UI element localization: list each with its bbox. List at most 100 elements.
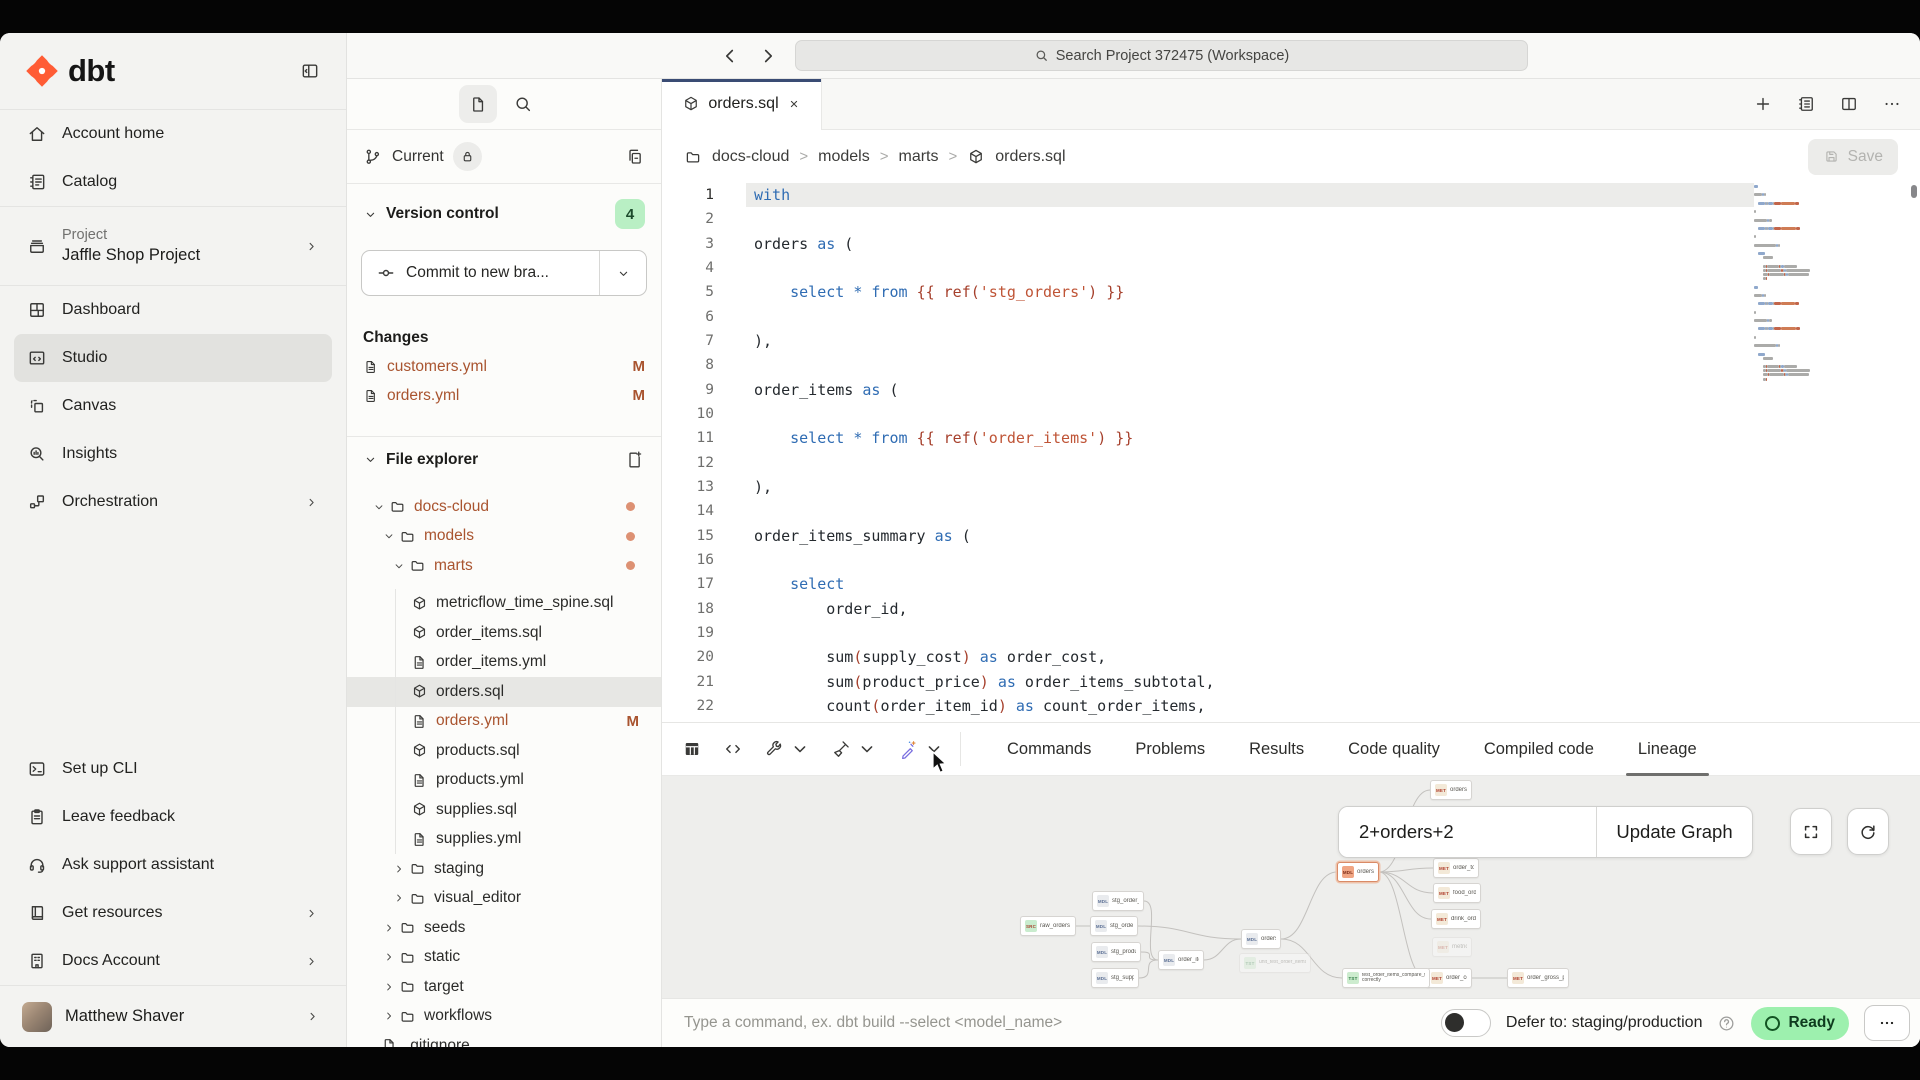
commit-dropdown-button[interactable] bbox=[600, 251, 646, 295]
code-editor[interactable]: 1234567891011121314151617181920212223 wi… bbox=[662, 183, 1920, 722]
branch-row[interactable]: Current bbox=[347, 130, 661, 184]
compile-code-icon[interactable] bbox=[723, 739, 743, 759]
tree-item-supplies-sql[interactable]: supplies.sql bbox=[347, 795, 661, 825]
breadcrumb-segment[interactable]: marts bbox=[898, 148, 938, 166]
refresh-button[interactable] bbox=[1847, 808, 1889, 855]
panel-tab-commands[interactable]: Commands bbox=[991, 722, 1107, 776]
notebook-icon[interactable] bbox=[1796, 94, 1816, 114]
new-tab-icon[interactable] bbox=[1753, 94, 1773, 114]
sidebar-item-canvas[interactable]: Canvas bbox=[14, 382, 332, 430]
tree-item-order-items-sql[interactable]: order_items.sql bbox=[347, 618, 661, 648]
tree-item-static[interactable]: static bbox=[347, 943, 661, 973]
tree-item-target[interactable]: target bbox=[347, 972, 661, 1002]
panel-tab-code-quality[interactable]: Code quality bbox=[1332, 722, 1456, 776]
lineage-node-orders-m[interactable]: MDLorders bbox=[1337, 862, 1379, 882]
sidebar-item-project[interactable]: Project Jaffle Shop Project bbox=[14, 207, 332, 285]
breadcrumb-segment[interactable]: models bbox=[818, 148, 870, 166]
sidebar-item-studio[interactable]: Studio bbox=[14, 334, 332, 382]
breadcrumb-segment[interactable]: orders.sql bbox=[995, 148, 1065, 166]
lineage-node-stg-order-items[interactable]: MDLstg_order_items bbox=[1092, 891, 1144, 911]
chevron-down-icon[interactable] bbox=[790, 739, 810, 759]
tree-item-gitignore[interactable]: .gitignore bbox=[347, 1031, 661, 1047]
lineage-node-ghost-metric[interactable]: METmetric bbox=[1432, 937, 1472, 957]
sidebar-collapse-icon[interactable] bbox=[300, 61, 320, 81]
lineage-node-order-gross-profit[interactable]: METorder_gross_profit bbox=[1507, 968, 1569, 988]
more-actions-button[interactable] bbox=[1864, 1005, 1910, 1041]
file-explorer-header[interactable]: File explorer bbox=[347, 437, 661, 482]
tab-orders-sql[interactable]: orders.sql bbox=[662, 79, 822, 130]
sidebar-item-get-resources[interactable]: Get resources bbox=[14, 889, 332, 937]
forward-icon[interactable] bbox=[757, 45, 779, 67]
close-icon[interactable] bbox=[787, 97, 801, 111]
tree-item-products-sql[interactable]: products.sql bbox=[347, 736, 661, 766]
tree-item-products-yml[interactable]: products.yml bbox=[347, 766, 661, 796]
tree-item-seeds[interactable]: seeds bbox=[347, 913, 661, 943]
files-view-button[interactable] bbox=[459, 85, 497, 123]
update-graph-button[interactable]: Update Graph bbox=[1596, 807, 1752, 857]
lineage-node-orders[interactable]: MDLorders bbox=[1241, 929, 1281, 949]
file-search-icon[interactable] bbox=[513, 94, 533, 114]
tree-item-workflows[interactable]: workflows bbox=[347, 1002, 661, 1032]
lineage-node-orders-top[interactable]: METorders bbox=[1430, 780, 1472, 800]
tree-item-orders-yml[interactable]: orders.ymlM bbox=[347, 707, 661, 737]
chevron-down-icon[interactable] bbox=[857, 739, 877, 759]
tree-item-models[interactable]: models bbox=[347, 522, 661, 552]
changed-file-customers-yml[interactable]: customers.ymlM bbox=[363, 352, 645, 381]
clean-broom-icon[interactable] bbox=[831, 739, 851, 759]
panel-tab-results[interactable]: Results bbox=[1233, 722, 1320, 776]
sidebar-item-ask-support-assistant[interactable]: Ask support assistant bbox=[14, 841, 332, 889]
tree-item-metricflow-time-spine-sql[interactable]: metricflow_time_spine.sql bbox=[347, 589, 661, 619]
panel-tab-problems[interactable]: Problems bbox=[1119, 722, 1221, 776]
back-icon[interactable] bbox=[719, 45, 741, 67]
version-control-header[interactable]: Version control 4 bbox=[347, 184, 661, 244]
lineage-node-order-cost[interactable]: METorder_cost bbox=[1426, 968, 1472, 988]
tree-item-supplies-yml[interactable]: supplies.yml bbox=[347, 825, 661, 855]
lineage-node-food-orders[interactable]: METfood_orders bbox=[1433, 883, 1481, 903]
lineage-node-drink-orders[interactable]: METdrink_orders bbox=[1431, 909, 1481, 929]
new-file-icon[interactable] bbox=[625, 450, 645, 470]
sidebar-item-insights[interactable]: Insights bbox=[14, 430, 332, 478]
tree-item-docs-cloud[interactable]: docs-cloud bbox=[347, 492, 661, 522]
command-input[interactable] bbox=[684, 1014, 1426, 1032]
chevron-down-icon[interactable] bbox=[924, 739, 944, 759]
lineage-node-ghost-unit-test[interactable]: TSTunit_test_order_items bbox=[1239, 953, 1311, 973]
lineage-selector-input[interactable] bbox=[1339, 807, 1596, 857]
changed-file-orders-yml[interactable]: orders.ymlM bbox=[363, 381, 645, 410]
help-icon[interactable] bbox=[1717, 1014, 1736, 1033]
lineage-node-order-total[interactable]: METorder_total bbox=[1433, 858, 1479, 878]
sidebar-item-dashboard[interactable]: Dashboard bbox=[14, 286, 332, 334]
dbt-logo[interactable]: dbt bbox=[24, 53, 115, 89]
lineage-node-test-order-items[interactable]: TSTtest_order_items_compare_to_books cor… bbox=[1342, 968, 1430, 988]
split-view-icon[interactable] bbox=[1839, 94, 1859, 114]
minimap[interactable] bbox=[1754, 183, 1832, 382]
ai-fix-icon[interactable] bbox=[898, 739, 918, 759]
tree-item-staging[interactable]: staging bbox=[347, 854, 661, 884]
copy-icon[interactable] bbox=[625, 147, 645, 167]
tree-item-visual-editor[interactable]: visual_editor bbox=[347, 884, 661, 914]
lineage-node-raw-orders[interactable]: SRCraw_orders bbox=[1020, 916, 1076, 936]
more-options-icon[interactable] bbox=[1882, 94, 1902, 114]
sidebar-item-catalog[interactable]: Catalog bbox=[14, 158, 332, 206]
sidebar-item-user[interactable]: Matthew Shaver bbox=[0, 985, 346, 1047]
tree-item-marts[interactable]: marts bbox=[347, 551, 661, 581]
fullscreen-button[interactable] bbox=[1790, 808, 1832, 855]
editor-scrollbar[interactable] bbox=[1911, 185, 1917, 198]
lineage-node-stg-supplies[interactable]: MDLstg_supplies bbox=[1091, 968, 1139, 988]
tree-item-orders-sql[interactable]: orders.sql bbox=[347, 677, 661, 707]
panel-tab-compiled-code[interactable]: Compiled code bbox=[1468, 722, 1610, 776]
sidebar-item-set-up-cli[interactable]: Set up CLI bbox=[14, 745, 332, 793]
sidebar-item-docs-account[interactable]: Docs Account bbox=[14, 937, 332, 985]
lineage-node-stg-products[interactable]: MDLstg_products bbox=[1091, 942, 1141, 962]
sidebar-item-orchestration[interactable]: Orchestration bbox=[14, 478, 332, 526]
defer-toggle[interactable] bbox=[1441, 1009, 1491, 1037]
save-button[interactable]: Save bbox=[1808, 139, 1898, 175]
search-input[interactable]: Search Project 372475 (Workspace) bbox=[795, 40, 1528, 71]
panel-tab-lineage[interactable]: Lineage bbox=[1622, 722, 1713, 776]
sidebar-item-account-home[interactable]: Account home bbox=[14, 110, 332, 158]
breadcrumb-segment[interactable]: docs-cloud bbox=[712, 148, 789, 166]
sidebar-item-leave-feedback[interactable]: Leave feedback bbox=[14, 793, 332, 841]
commit-button[interactable]: Commit to new bra... bbox=[362, 251, 599, 295]
lineage-node-order-items[interactable]: MDLorder_items bbox=[1158, 950, 1204, 970]
lineage-node-stg-orders[interactable]: MDLstg_orders bbox=[1090, 916, 1138, 936]
tree-item-order-items-yml[interactable]: order_items.yml bbox=[347, 648, 661, 678]
